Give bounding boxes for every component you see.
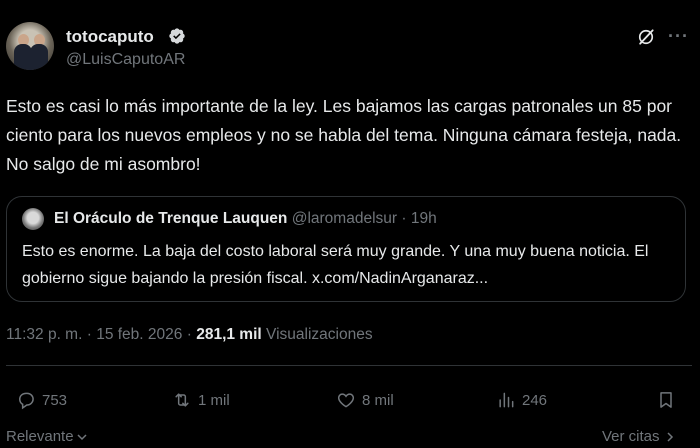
divider — [6, 365, 692, 366]
tweet-meta: 11:32 p. m. · 15 feb. 2026 · 281,1 mil V… — [6, 326, 373, 344]
sort-label: Relevante — [6, 428, 74, 445]
views-label: Visualizaciones — [266, 326, 373, 343]
more-dots-icon[interactable]: ··· — [668, 26, 689, 47]
retweet-button[interactable]: 1 mil — [172, 389, 230, 411]
author-avatar[interactable] — [6, 22, 54, 70]
quote-header: El Oráculo de Trenque Lauquen @laromadel… — [54, 210, 437, 228]
heart-icon — [337, 393, 355, 408]
reply-icon — [18, 392, 34, 410]
chevron-right-icon — [667, 431, 673, 442]
bookmark-button[interactable] — [656, 389, 682, 411]
like-count: 8 mil — [362, 391, 394, 409]
retweet-icon — [175, 393, 189, 407]
chevron-down-icon — [77, 433, 87, 440]
views-button[interactable]: 246 — [496, 389, 547, 411]
quote-separator: · — [401, 210, 407, 227]
verified-badge-icon — [169, 28, 185, 44]
reply-button[interactable]: 753 — [16, 389, 67, 411]
tweet-text: Esto es casi lo más importante de la ley… — [6, 96, 682, 174]
author-display-name[interactable]: totocaputo — [66, 27, 154, 47]
quote-author-handle[interactable]: @laromadelsur — [292, 210, 397, 227]
tweet-time[interactable]: 11:32 p. m. — [6, 326, 82, 343]
author-handle[interactable]: @LuisCaputoAR — [66, 51, 185, 69]
bar-chart-icon — [499, 392, 514, 408]
quote-time[interactable]: 19h — [411, 210, 437, 227]
sort-dropdown[interactable]: Relevante — [6, 428, 88, 445]
meta-separator-2: · — [186, 326, 192, 343]
tweet-date[interactable]: 15 feb. 2026 — [96, 326, 182, 343]
view-quotes-label: Ver citas — [602, 428, 660, 445]
views-count: 281,1 mil — [196, 326, 262, 343]
grok-icon[interactable] — [636, 27, 656, 47]
retweet-count: 1 mil — [198, 391, 230, 409]
quote-text: Esto es enorme. La baja del costo labora… — [22, 243, 649, 287]
views-action-count: 246 — [522, 391, 548, 409]
bookmark-icon — [660, 392, 672, 408]
meta-separator: · — [86, 326, 92, 343]
quote-author-avatar[interactable] — [22, 208, 44, 230]
quote-author-name[interactable]: El Oráculo de Trenque Lauquen — [54, 210, 287, 227]
view-quotes-link[interactable]: Ver citas — [602, 428, 676, 445]
like-button[interactable]: 8 mil — [336, 389, 394, 411]
reply-count: 753 — [42, 391, 68, 409]
